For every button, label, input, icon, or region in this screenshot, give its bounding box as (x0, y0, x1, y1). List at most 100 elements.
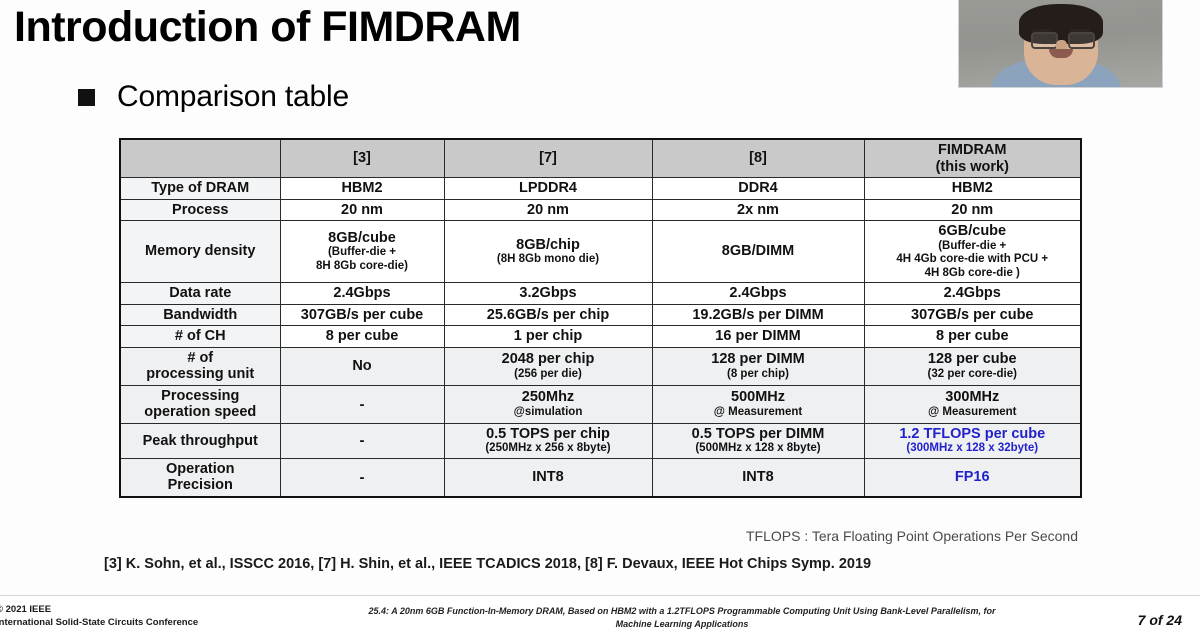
page-title: Introduction of FIMDRAM (14, 3, 521, 51)
table-row: Memory density 8GB/cube (Buffer-die +8H 8G… (119, 220, 1082, 284)
cell-ref-8: 19.2GB/s per DIMM (651, 303, 865, 327)
cell-ref-8-subvalue: (500MHz x 128 x 8byte) (695, 442, 821, 455)
row-label: # of CH (119, 325, 281, 348)
cell-ref-8: INT8 (651, 457, 865, 498)
cell-ref-8-value: 128 per DIMM (711, 351, 805, 368)
cell-ref-7-subvalue: (8H 8Gb mono die) (496, 253, 600, 266)
cell-ref-7-value: LPDDR4 (518, 180, 577, 197)
cell-fimdram-value: FP16 (954, 469, 990, 486)
cell-ref-7: LPDDR4 (443, 177, 653, 200)
cell-fimdram-value: 128 per cube (927, 351, 1017, 368)
table-header: [3] [7] [8] FIMDRAM (this work) (119, 138, 1082, 179)
header-blank (119, 138, 281, 179)
table-row: # of CH 8 per cube 1 per chip 16 per DIMM 8 … (119, 325, 1082, 348)
row-label: # of processing unit (119, 346, 281, 386)
bullet-label: Comparison table (117, 80, 349, 113)
cell-ref-3: 20 nm (279, 198, 445, 222)
cell-ref-3: No (279, 346, 445, 386)
slide-footer: © 2021 IEEE International Solid-State Ci… (0, 595, 1200, 638)
cell-fimdram-value: 307GB/s per cube (911, 306, 1034, 323)
table-row: Peak throughput - 0.5 TOPS per chip (250MHz… (119, 422, 1082, 459)
table-row: Operation Precision - INT8 INT8 FP16 (119, 457, 1082, 498)
cell-ref-3: - (279, 457, 445, 498)
cell-ref-8: 2.4Gbps (651, 282, 865, 305)
cell-ref-3-value: 8GB/cube (328, 229, 396, 246)
cell-ref-3-value: 2.4Gbps (333, 285, 391, 302)
cell-ref-7: INT8 (443, 457, 653, 498)
cell-fimdram-subvalue: (Buffer-die +4H 4Gb core-die with PCU +4… (896, 239, 1049, 279)
footer-copyright-line1: © 2021 IEEE (0, 604, 52, 615)
cell-ref-7-value: 1 per chip (513, 328, 583, 345)
row-label: Data rate (119, 282, 281, 305)
presenter-glasses-right (1067, 32, 1095, 50)
cell-ref-7-value: 8GB/chip (516, 236, 580, 253)
cell-ref-3-value: HBM2 (341, 180, 383, 197)
cell-ref-8-value: DDR4 (738, 180, 778, 197)
presenter-glasses-left (1030, 32, 1058, 50)
cell-ref-7: 250Mhz @simulation (443, 384, 653, 424)
cell-ref-3: HBM2 (279, 177, 445, 200)
cell-ref-7: 3.2Gbps (443, 282, 653, 305)
cell-fimdram-value: 6GB/cube (938, 223, 1007, 240)
cell-ref-8-value: 500MHz (731, 389, 785, 406)
cell-ref-8-value: 16 per DIMM (715, 328, 801, 345)
cell-ref-7-subvalue: (250MHz x 256 x 8byte) (485, 442, 611, 455)
table-row: Process 20 nm 20 nm 2x nm 20 nm (119, 198, 1082, 222)
cell-fimdram-subvalue: (32 per core-die) (927, 367, 1017, 380)
table-body: Type of DRAM HBM2 LPDDR4 DDR4 HBM2 Process 20 … (119, 177, 1082, 498)
cell-ref-3: - (279, 384, 445, 424)
cell-ref-8-subvalue: (8 per chip) (727, 367, 789, 380)
cell-ref-3-value: No (352, 358, 372, 375)
cell-fimdram-value: 1.2 TFLOPS per cube (899, 425, 1046, 442)
cell-ref-7-value: 0.5 TOPS per chip (486, 425, 610, 442)
cell-ref-7: 20 nm (443, 198, 653, 222)
cell-fimdram-subvalue: @ Measurement (927, 405, 1017, 418)
cell-ref-8: 2x nm (651, 198, 865, 222)
cell-ref-3-subvalue: (Buffer-die +8H 8Gb core-die) (315, 246, 409, 272)
page-number: 7 of 24 (1137, 612, 1182, 628)
cell-ref-8-value: INT8 (742, 469, 774, 486)
cell-ref-7: 2048 per chip (256 per die) (443, 346, 653, 386)
filled-square-bullet-icon (78, 88, 95, 106)
cell-ref-7: 8GB/chip (8H 8Gb mono die) (443, 220, 653, 284)
cell-ref-7: 1 per chip (443, 325, 653, 348)
cell-fimdram: 2.4Gbps (863, 282, 1082, 305)
tflops-definition-note: TFLOPS : Tera Floating Point Operations … (745, 528, 1078, 544)
cell-ref-8: 0.5 TOPS per DIMM (500MHz x 128 x 8byte) (651, 422, 865, 459)
cell-fimdram-subvalue: (300MHz x 128 x 32byte) (906, 442, 1039, 455)
cell-ref-8-value: 8GB/DIMM (721, 243, 795, 260)
cell-ref-7-value: 25.6GB/s per chip (486, 306, 610, 323)
bullet-row: Comparison table (78, 80, 349, 114)
header-fimdram-line1: FIMDRAM (938, 142, 1007, 158)
table-row: # of processing unit No 2048 per chip (256 p… (119, 346, 1082, 386)
cell-ref-8-subvalue: @ Measurement (713, 405, 803, 418)
cell-ref-7-value: 3.2Gbps (519, 285, 577, 302)
cell-ref-8-value: 0.5 TOPS per DIMM (691, 425, 825, 442)
cell-ref-3: 8 per cube (279, 325, 445, 348)
cell-fimdram-value: 2.4Gbps (943, 285, 1001, 302)
cell-ref-7-value: 20 nm (527, 201, 569, 218)
cell-ref-7-value: 250Mhz (521, 389, 575, 406)
cell-ref-8-value: 19.2GB/s per DIMM (692, 306, 824, 323)
cell-ref-7: 0.5 TOPS per chip (250MHz x 256 x 8byte) (443, 422, 653, 459)
cell-fimdram: 307GB/s per cube (863, 303, 1082, 327)
cell-fimdram: HBM2 (863, 177, 1082, 200)
row-label: Process (119, 198, 281, 222)
cell-ref-7: 25.6GB/s per chip (443, 303, 653, 327)
presenter-webcam-overlay[interactable] (958, 0, 1163, 88)
cell-fimdram: 300MHz @ Measurement (863, 384, 1082, 424)
cell-ref-3-value: - (359, 468, 365, 486)
footer-paper-title: 25.4: A 20nm 6GB Function-In-Memory DRAM… (292, 605, 1072, 631)
footer-paper-title-line1: 25.4: A 20nm 6GB Function-In-Memory DRAM… (368, 606, 996, 616)
cell-ref-8: DDR4 (651, 177, 865, 200)
cell-ref-3-value: 8 per cube (325, 328, 399, 345)
cell-ref-3-value: - (359, 432, 365, 450)
cell-ref-7-value: 2048 per chip (501, 351, 595, 368)
cell-ref-8: 16 per DIMM (651, 325, 865, 348)
table-row: Type of DRAM HBM2 LPDDR4 DDR4 HBM2 (119, 177, 1082, 200)
cell-ref-8: 500MHz @ Measurement (651, 384, 865, 424)
cell-ref-7-subvalue: (256 per die) (514, 367, 582, 380)
references-note: [3] K. Sohn, et al., ISSCC 2016, [7] H. … (104, 556, 872, 572)
header-ref-7: [7] (443, 138, 653, 179)
cell-fimdram: 20 nm (863, 198, 1082, 222)
